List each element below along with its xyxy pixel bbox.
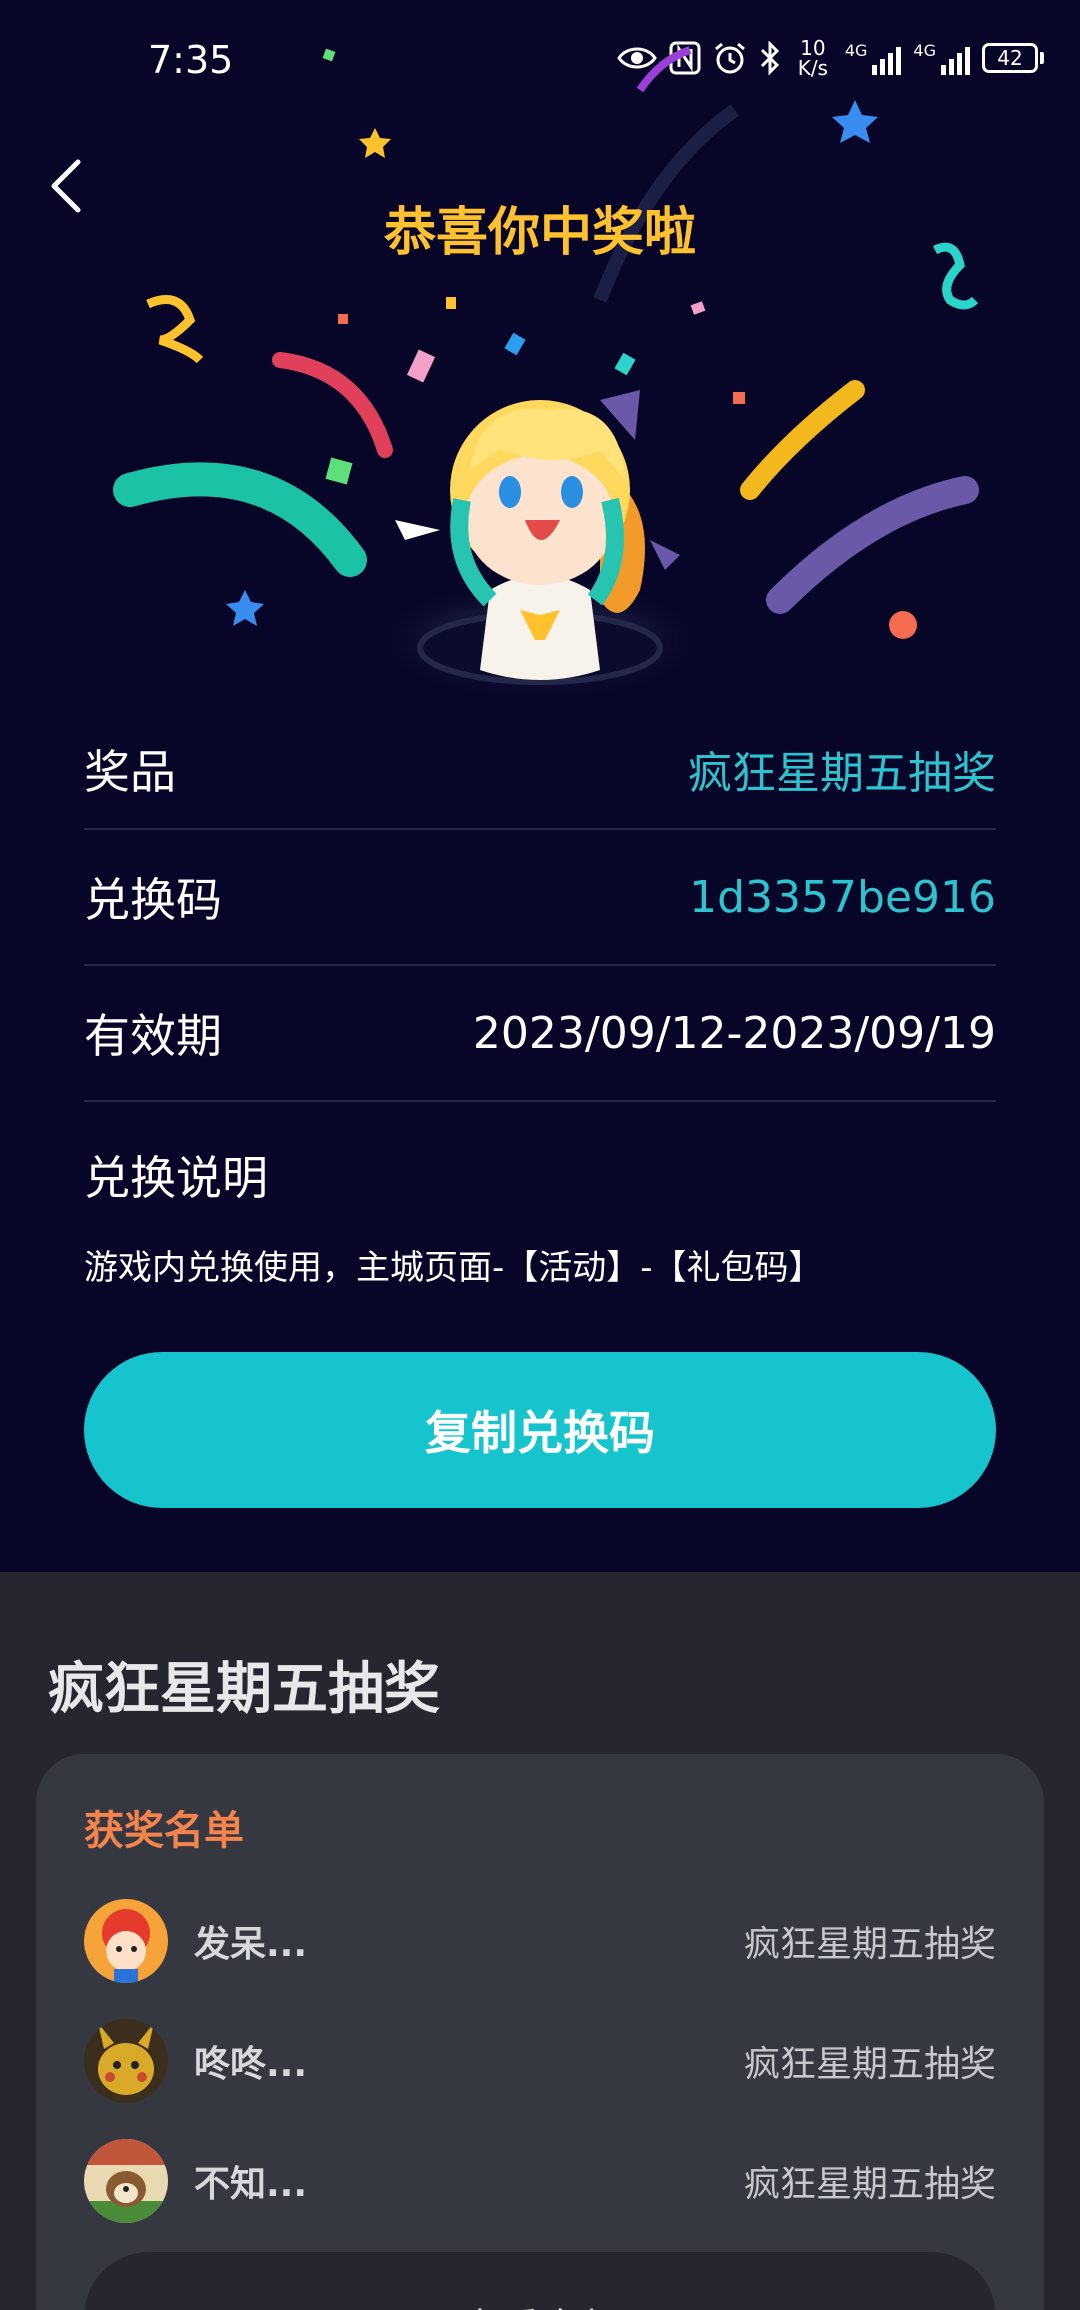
validity-row: 有效期 2023/09/12-2023/09/19 <box>84 966 996 1102</box>
status-time: 7:35 <box>148 38 234 82</box>
winner-name: 咚咚... <box>194 2044 308 2085</box>
winners-card: 获奖名单 发呆... 疯狂星期五抽奖 咚咚... 疯狂星期五抽奖 不知... 疯… <box>36 1754 1044 2310</box>
winners-title: 获奖名单 <box>84 1808 244 1854</box>
instructions-label: 兑换说明 <box>84 1151 268 1205</box>
winner-prize: 疯狂星期五抽奖 <box>743 2164 996 2205</box>
copy-code-button[interactable]: 复制兑换码 <box>84 1352 996 1508</box>
redeem-code-value[interactable]: 1d3357be916 <box>689 872 996 923</box>
winner-prize: 疯狂星期五抽奖 <box>743 1924 996 1965</box>
battery-icon: 42 <box>982 43 1044 73</box>
validity-label: 有效期 <box>84 1009 222 1063</box>
lottery-panel: 疯狂星期五抽奖 获奖名单 发呆... 疯狂星期五抽奖 咚咚... 疯狂星期五抽奖… <box>0 1572 1080 2310</box>
signal-strength-icon: 4G <box>845 41 902 75</box>
winner-item[interactable]: 发呆... 疯狂星期五抽奖 <box>84 1896 996 1986</box>
prize-label: 奖品 <box>84 745 176 799</box>
winner-name: 不知... <box>194 2164 308 2205</box>
network-speed: 10 K/s <box>797 36 828 80</box>
view-all-button[interactable]: 查看全部 <box>84 2252 996 2310</box>
avatar <box>84 2139 168 2223</box>
winner-item[interactable]: 不知... 疯狂星期五抽奖 <box>84 2136 996 2226</box>
avatar <box>84 1899 168 1983</box>
instructions-section: 兑换说明 游戏内兑换使用，主城页面-【活动】-【礼包码】 <box>84 1102 996 1289</box>
prize-info: 奖品 疯狂星期五抽奖 兑换码 1d3357be916 有效期 2023/09/1… <box>84 710 996 1289</box>
eye-icon <box>617 47 657 69</box>
avatar <box>84 2019 168 2103</box>
status-icons: 10 K/s 4G 4G 42 <box>617 38 1044 78</box>
validity-value: 2023/09/12-2023/09/19 <box>472 1007 996 1059</box>
winner-prize: 疯狂星期五抽奖 <box>743 2044 996 2085</box>
prize-row: 奖品 疯狂星期五抽奖 <box>84 710 996 830</box>
status-bar: 7:35 10 K/s 4G 4G 42 <box>0 0 1080 120</box>
lottery-title: 疯狂星期五抽奖 <box>48 1657 440 1722</box>
redeem-code-label: 兑换码 <box>84 873 222 927</box>
nfc-icon <box>669 41 701 75</box>
alarm-icon <box>714 42 745 74</box>
redeem-code-row: 兑换码 1d3357be916 <box>84 830 996 966</box>
page-title: 恭喜你中奖啦 <box>383 203 696 263</box>
instructions-text: 游戏内兑换使用，主城页面-【活动】-【礼包码】 <box>84 1248 823 1288</box>
prize-value: 疯狂星期五抽奖 <box>688 748 996 799</box>
winner-name: 发呆... <box>194 1924 308 1965</box>
bluetooth-icon <box>760 41 779 75</box>
signal-strength-icon-2: 4G <box>913 41 970 75</box>
winner-item[interactable]: 咚咚... 疯狂星期五抽奖 <box>84 2016 996 2106</box>
